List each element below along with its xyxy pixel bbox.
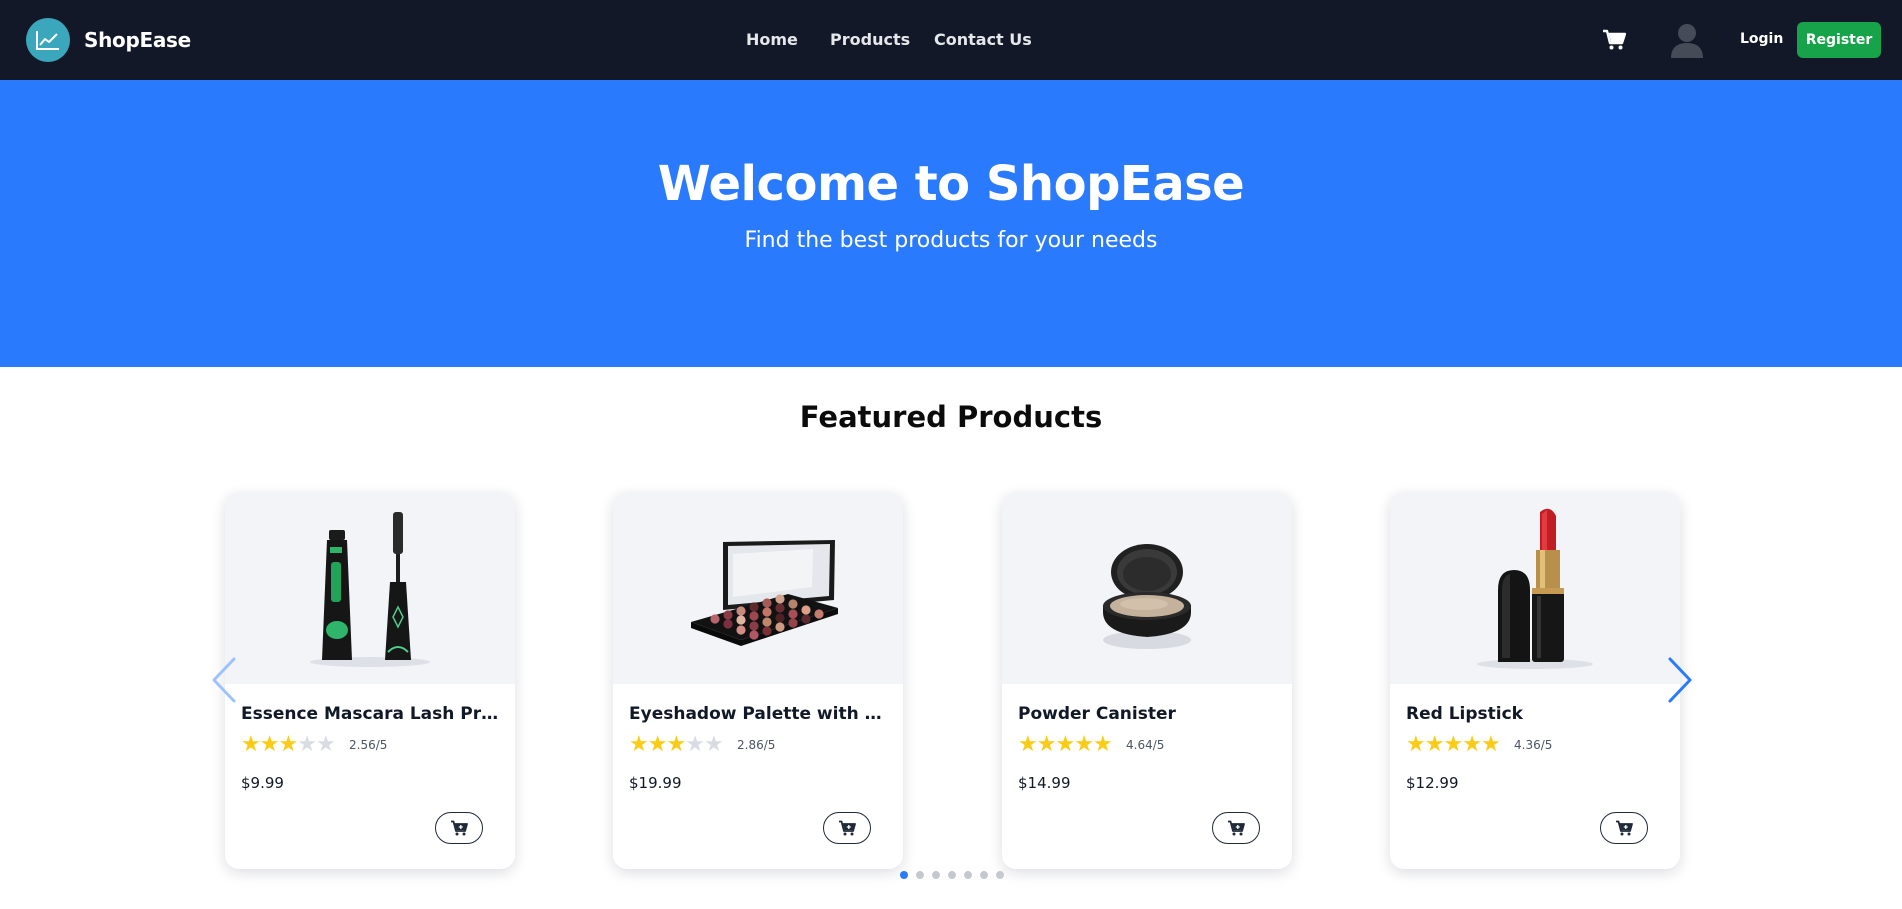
add-to-cart-button[interactable] (1212, 812, 1260, 844)
product-image[interactable] (225, 492, 515, 684)
product-price: $14.99 (1018, 774, 1071, 792)
star-rating: ★★★★★ (241, 732, 336, 757)
product-price: $9.99 (241, 774, 284, 792)
cart-plus-icon (1616, 820, 1633, 836)
star-filled-icon: ★ (1406, 732, 1426, 757)
mascara-image (310, 512, 430, 667)
star-filled-icon: ★ (1462, 732, 1482, 757)
carousel-dot[interactable] (948, 871, 956, 879)
product-name[interactable]: Essence Mascara Lash Princess (241, 704, 503, 724)
nav-link-home[interactable]: Home (746, 30, 798, 49)
star-filled-icon: ★ (647, 732, 668, 757)
star-filled-icon: ★ (1424, 732, 1445, 757)
star-filled-icon: ★ (629, 732, 649, 757)
product-image[interactable] (613, 492, 903, 684)
star-empty-icon: ★ (703, 732, 724, 757)
product-card[interactable]: Red Lipstick ★★★★★ 4.36/5 $12.99 (1390, 492, 1680, 869)
add-to-cart-button[interactable] (1600, 812, 1648, 844)
cart-icon[interactable] (1602, 29, 1626, 51)
eyeshadow-palette-image (691, 540, 838, 646)
chevron-left-icon[interactable] (210, 656, 238, 704)
star-filled-icon: ★ (241, 732, 261, 757)
star-filled-icon: ★ (1074, 732, 1094, 757)
star-rating: ★★★★★ (629, 732, 724, 757)
rating-value: 4.64/5 (1126, 738, 1165, 752)
top-navbar: ShopEase Home Products Contact Us Login … (0, 0, 1902, 80)
star-filled-icon: ★ (259, 732, 280, 757)
star-filled-icon: ★ (1480, 732, 1501, 757)
star-filled-icon: ★ (1092, 732, 1113, 757)
product-name[interactable]: Eyeshadow Palette with Mirr... (629, 704, 891, 724)
product-name[interactable]: Powder Canister (1018, 704, 1280, 724)
carousel-dot[interactable] (900, 871, 908, 879)
product-card[interactable]: Essence Mascara Lash Princess ★★★★★ 2.56… (225, 492, 515, 869)
star-filled-icon: ★ (1036, 732, 1057, 757)
product-image[interactable] (1390, 492, 1680, 684)
trend-chart-icon (36, 31, 59, 50)
cart-plus-icon (451, 820, 468, 836)
star-empty-icon: ★ (315, 732, 336, 757)
product-image[interactable] (1002, 492, 1292, 684)
brand-logo[interactable] (26, 18, 70, 62)
carousel-dot[interactable] (964, 871, 972, 879)
carousel-dot[interactable] (980, 871, 988, 879)
carousel-dot[interactable] (916, 871, 924, 879)
star-rating: ★★★★★ (1406, 732, 1501, 757)
red-lipstick-image (1477, 508, 1593, 669)
star-filled-icon: ★ (666, 732, 686, 757)
product-price: $12.99 (1406, 774, 1459, 792)
star-filled-icon: ★ (278, 732, 298, 757)
add-to-cart-button[interactable] (823, 812, 871, 844)
user-avatar-icon[interactable] (1670, 22, 1704, 58)
nav-link-contact[interactable]: Contact Us (934, 30, 1032, 49)
rating-value: 2.56/5 (349, 738, 388, 752)
hero-subtitle: Find the best products for your needs (744, 228, 1158, 253)
product-price: $19.99 (629, 774, 682, 792)
star-filled-icon: ★ (1018, 732, 1038, 757)
rating-value: 2.86/5 (737, 738, 776, 752)
cart-plus-icon (839, 820, 856, 836)
add-to-cart-button[interactable] (435, 812, 483, 844)
star-rating: ★★★★★ (1018, 732, 1113, 757)
login-link[interactable]: Login (1740, 31, 1783, 47)
featured-products-title: Featured Products (799, 400, 1103, 434)
carousel-dot[interactable] (932, 871, 940, 879)
product-card[interactable]: Powder Canister ★★★★★ 4.64/5 $14.99 (1002, 492, 1292, 869)
register-button[interactable]: Register (1797, 22, 1881, 58)
rating-value: 4.36/5 (1514, 738, 1553, 752)
powder-canister-image (1103, 544, 1191, 649)
cart-plus-icon (1228, 820, 1245, 836)
star-empty-icon: ★ (297, 732, 317, 757)
brand-name[interactable]: ShopEase (84, 28, 191, 52)
hero-banner (0, 80, 1902, 367)
chevron-right-icon[interactable] (1666, 656, 1694, 704)
star-filled-icon: ★ (1055, 732, 1075, 757)
product-name[interactable]: Red Lipstick (1406, 704, 1668, 724)
star-filled-icon: ★ (1443, 732, 1463, 757)
carousel-dot[interactable] (996, 871, 1004, 879)
hero-title: Welcome to ShopEase (657, 156, 1245, 212)
nav-link-products[interactable]: Products (830, 30, 910, 49)
product-card[interactable]: Eyeshadow Palette with Mirr... ★★★★★ 2.8… (613, 492, 903, 869)
star-empty-icon: ★ (685, 732, 705, 757)
